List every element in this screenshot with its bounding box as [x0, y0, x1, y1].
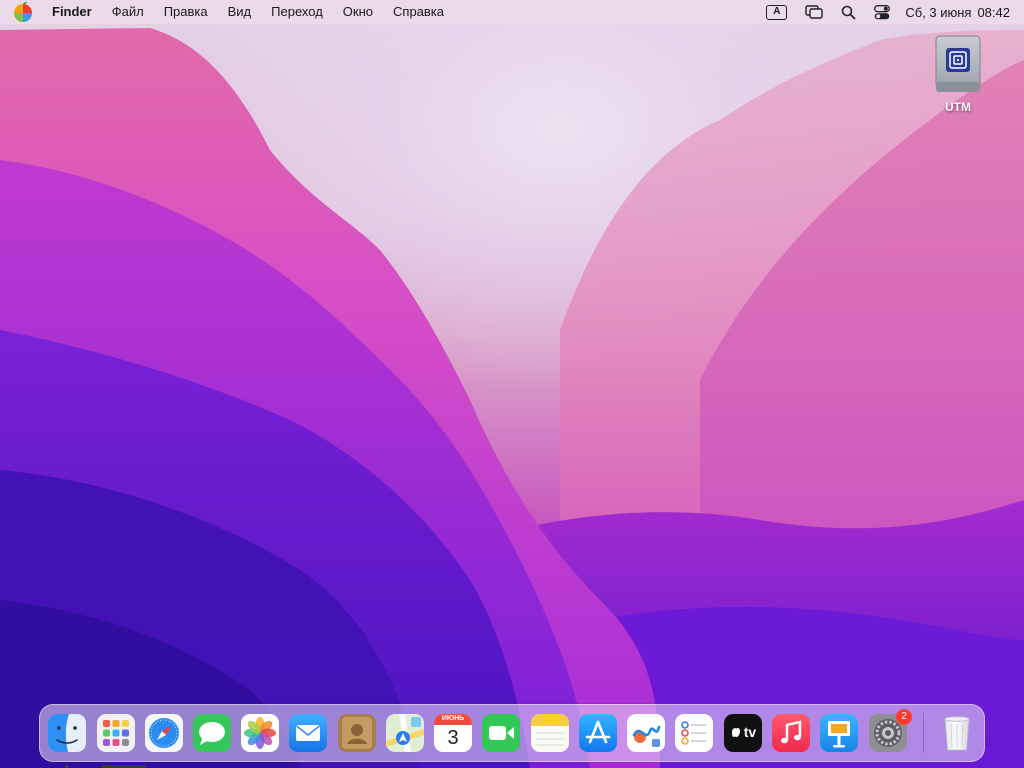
dock-photos[interactable]: [240, 713, 280, 753]
reminders-icon: [675, 714, 713, 752]
menu-edit[interactable]: Правка: [154, 0, 218, 24]
trash-icon: [944, 716, 970, 751]
dock-app-store[interactable]: [578, 713, 618, 753]
dock-messages[interactable]: [192, 713, 232, 753]
dock-reminders[interactable]: [674, 713, 714, 753]
app-store-icon: [579, 714, 617, 752]
messages-icon: [193, 714, 231, 752]
photos-icon: [241, 714, 279, 752]
control-center-icon[interactable]: [865, 0, 899, 24]
menu-window[interactable]: Окно: [333, 0, 383, 24]
dock-trash[interactable]: [937, 713, 977, 753]
maps-icon: [386, 714, 424, 752]
menu-bar-clock[interactable]: Сб, 3 июня 08:42: [899, 5, 1010, 20]
desktop-wallpaper: [0, 0, 1024, 768]
notification-badge: 2: [896, 709, 912, 725]
dock-finder[interactable]: [47, 713, 87, 768]
menu-help[interactable]: Справка: [383, 0, 454, 24]
notes-icon: [531, 714, 569, 752]
menu-bar: Finder Файл Правка Вид Переход Окно Спра…: [0, 0, 1024, 24]
dock-maps[interactable]: [385, 713, 425, 753]
desktop-item-utm[interactable]: UTM: [922, 34, 994, 114]
menu-bar-time: 08:42: [977, 4, 1010, 20]
dock-mail[interactable]: [288, 713, 328, 753]
menu-bar-status-area: A Сб, 3 июня 08:42: [757, 0, 1024, 24]
finder-icon: [48, 714, 86, 752]
freeform-icon: [627, 714, 665, 752]
launchpad-icon: [97, 714, 135, 752]
safari-icon: [145, 714, 183, 752]
menu-go[interactable]: Переход: [261, 0, 333, 24]
dock-keynote[interactable]: [819, 713, 859, 753]
mail-icon: [289, 714, 327, 752]
menu-bar-date: Сб, 3 июня: [905, 4, 972, 20]
contacts-icon: [338, 714, 376, 752]
dock-launchpad[interactable]: [96, 713, 146, 768]
keyboard-layout-icon[interactable]: A: [757, 0, 796, 24]
dock: ИЮНЬ 3 tv 2: [39, 704, 985, 768]
dock-freeform[interactable]: [626, 713, 666, 753]
menu-view[interactable]: Вид: [218, 0, 262, 24]
dock-music[interactable]: [771, 713, 811, 753]
external-drive-icon: [935, 35, 981, 92]
menu-file[interactable]: Файл: [102, 0, 154, 24]
dock-contacts[interactable]: [337, 713, 377, 753]
tv-label: tv: [743, 724, 757, 740]
music-icon: [772, 714, 810, 752]
dock-tv[interactable]: tv: [723, 713, 763, 753]
facetime-icon: [482, 714, 520, 752]
apple-menu-icon[interactable]: [12, 1, 34, 23]
calendar-month: ИЮНЬ: [441, 715, 465, 722]
display-mirroring-icon[interactable]: [796, 0, 832, 24]
dock-notes[interactable]: [530, 713, 570, 753]
dock-safari[interactable]: [144, 713, 184, 753]
dock-facetime[interactable]: [481, 713, 521, 753]
calendar-day: 3: [447, 727, 459, 749]
dock-system-settings[interactable]: 2: [868, 709, 912, 753]
menu-app-name[interactable]: Finder: [42, 0, 102, 24]
spotlight-search-icon[interactable]: [832, 0, 865, 24]
dock-calendar[interactable]: ИЮНЬ 3: [433, 713, 473, 753]
dock-separator: [923, 713, 924, 753]
keynote-icon: [820, 714, 858, 752]
keyboard-layout-label: A: [766, 4, 788, 20]
desktop-item-label: UTM: [945, 100, 971, 114]
